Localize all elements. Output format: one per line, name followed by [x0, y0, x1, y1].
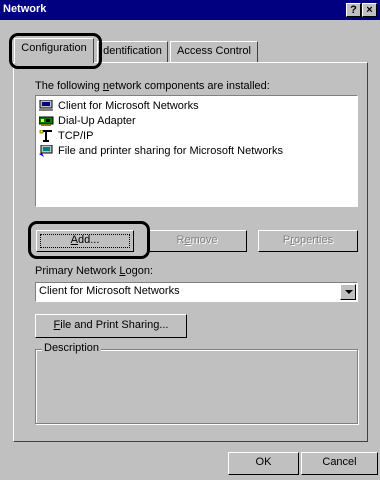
cancel-button[interactable]: Cancel	[301, 452, 378, 475]
list-item-client[interactable]: Client for Microsoft Networks	[39, 99, 199, 113]
primary-logon-value: Client for Microsoft Networks	[39, 285, 180, 297]
add-button-highlight	[28, 221, 150, 259]
list-item-file-printer-sharing[interactable]: File and printer sharing for Microsoft N…	[39, 144, 283, 158]
tab-access-control-label: Access Control	[177, 45, 251, 57]
network-adapter-icon	[38, 115, 55, 127]
component-label: Dial-Up Adapter	[58, 115, 136, 127]
chevron-down-icon[interactable]	[340, 284, 356, 300]
primary-logon-select[interactable]: Client for Microsoft Networks	[35, 282, 358, 302]
list-item-dialup[interactable]: Dial-Up Adapter	[38, 114, 136, 128]
description-groupbox: Description	[35, 342, 358, 424]
title-bar[interactable]: Network ? ×	[0, 0, 380, 20]
primary-logon-label: Primary Network Logon:	[35, 265, 153, 277]
components-list[interactable]: Client for Microsoft Networks Dial-Up Ad…	[35, 95, 358, 207]
help-icon: ?	[350, 4, 357, 16]
cancel-label: Cancel	[322, 456, 357, 468]
component-label: File and printer sharing for Microsoft N…	[58, 145, 283, 157]
service-sharing-icon	[39, 144, 55, 158]
list-item-tcpip[interactable]: TCP/IP	[39, 129, 93, 143]
close-button[interactable]: ×	[362, 3, 377, 17]
close-icon: ×	[366, 4, 373, 16]
configuration-tab-highlight	[9, 33, 102, 69]
network-dialog: Network ? × Configuration dentification …	[0, 0, 380, 480]
ok-button[interactable]: OK	[228, 452, 299, 475]
tab-identification[interactable]: dentification	[97, 41, 168, 62]
remove-button[interactable]: Remove	[147, 230, 247, 252]
installed-components-label: The following network components are ins…	[35, 80, 270, 92]
client-network-icon	[39, 99, 55, 112]
description-legend: Description	[42, 342, 102, 354]
tab-access-control[interactable]: Access Control	[170, 41, 258, 62]
properties-button[interactable]: Properties	[258, 230, 358, 252]
help-button[interactable]: ?	[346, 3, 361, 17]
tab-identification-label: dentification	[103, 45, 162, 57]
window-title: Network	[3, 3, 47, 15]
ok-label: OK	[255, 456, 272, 468]
file-print-sharing-button[interactable]: File and Print Sharing...	[35, 314, 187, 338]
component-label: Client for Microsoft Networks	[58, 100, 199, 112]
component-label: TCP/IP	[58, 130, 94, 142]
protocol-icon	[39, 129, 55, 143]
